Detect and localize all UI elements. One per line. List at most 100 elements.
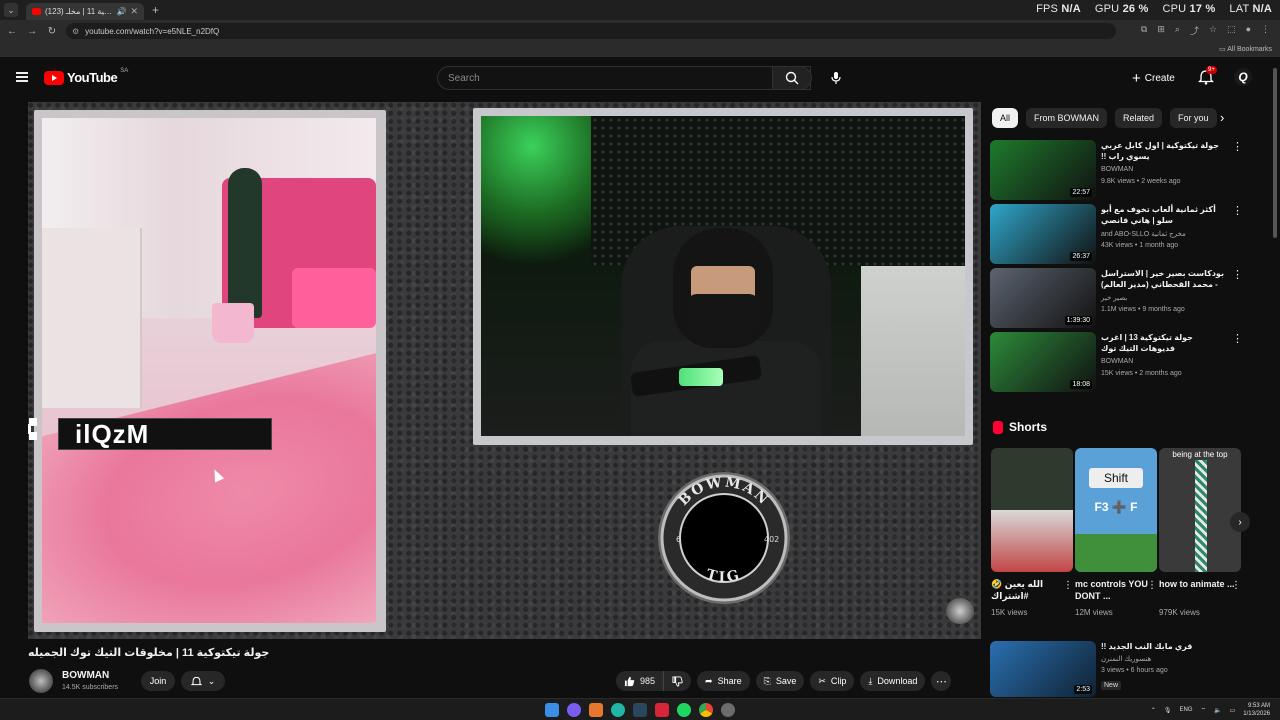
youtube-logo[interactable]: YouTube SA: [44, 68, 128, 85]
all-bookmarks-button[interactable]: ▭ All Bookmarks: [1219, 45, 1272, 53]
forward-arrow-icon[interactable]: →: [24, 26, 40, 37]
short-item[interactable]: Shift F3 ➕ F mc controls YOU DONT ... 12…: [1075, 448, 1157, 617]
mic-tray-icon[interactable]: 🎙: [1164, 707, 1172, 714]
close-tab-icon[interactable]: ✕: [130, 6, 138, 17]
network-icon[interactable]: ⌔: [1201, 706, 1207, 714]
recommendation-channel[interactable]: BOWMAN: [1101, 358, 1133, 365]
recommendation-channel[interactable]: BOWMAN: [1101, 166, 1133, 173]
recommendation-channel[interactable]: هنسوريك النمنرن: [1101, 655, 1151, 663]
app-icon[interactable]: [655, 703, 669, 717]
recommendation-channel[interactable]: and ABO-SLLO مخرج ثمانية: [1101, 230, 1186, 238]
recommendation-item[interactable]: 22:57 جولة تيكتوكية | اول كابل عربي يسوي…: [990, 140, 1250, 200]
tab-search-button[interactable]: ⌄: [4, 3, 18, 17]
search-button[interactable]: [772, 66, 812, 90]
recommendation-title[interactable]: بودكاست بصير خير | الاستراسل - محمد القح…: [1101, 268, 1225, 290]
recommendation-title[interactable]: قري مابك النب الجديد !!: [1101, 641, 1225, 652]
steam-icon[interactable]: [633, 703, 647, 717]
search-input[interactable]: Search: [437, 66, 811, 90]
profile-icon[interactable]: ●: [1246, 24, 1251, 37]
video-thumbnail[interactable]: 2:53: [990, 641, 1096, 697]
short-thumbnail[interactable]: being at the top: [1159, 448, 1241, 572]
recommendation-title[interactable]: جولة تيكتوكية 13 | اغرب فديوهات التيك تو…: [1101, 332, 1225, 354]
channel-name[interactable]: BOWMAN: [62, 670, 109, 681]
tray-overflow-icon[interactable]: ⌃: [1151, 707, 1156, 714]
short-overlay-text: Shift: [1089, 468, 1143, 488]
video-thumbnail[interactable]: 26:37: [990, 204, 1096, 264]
chip-all[interactable]: All: [992, 108, 1019, 128]
back-arrow-icon[interactable]: ←: [4, 26, 20, 37]
browser-menu-icon[interactable]: ⋮: [1261, 24, 1270, 37]
more-options-icon[interactable]: ⋮: [1063, 580, 1073, 591]
translate-icon[interactable]: ⊞: [1157, 24, 1165, 37]
download-button[interactable]: ⤓ Download: [860, 671, 926, 691]
zoom-icon[interactable]: ⌕: [1175, 24, 1180, 37]
notifications-button[interactable]: 9+: [1197, 66, 1217, 87]
settings-gear-icon[interactable]: [721, 703, 735, 717]
page-scrollbar[interactable]: [1272, 60, 1278, 700]
recommendation-item[interactable]: 26:37 أكثر ثمانية ألعاب تخوف مع أبو سلو …: [990, 204, 1250, 264]
share-button[interactable]: ➦ Share: [697, 671, 750, 691]
url-field[interactable]: ⚙ youtube.com/watch?v=e5NLE_n2DfQ: [66, 23, 1116, 39]
more-options-icon[interactable]: ⋮: [1232, 140, 1243, 153]
browser-tab-active[interactable]: (123) جولة تيكتوكية 11 | مخلـ... 🔊 ✕: [26, 3, 144, 20]
volume-icon[interactable]: 🔈: [1214, 707, 1221, 714]
reload-icon[interactable]: ↻: [44, 26, 60, 37]
video-thumbnail[interactable]: 22:57: [990, 140, 1096, 200]
bookmark-star-icon[interactable]: ☆: [1209, 24, 1217, 37]
edge-icon[interactable]: [611, 703, 625, 717]
short-thumbnail[interactable]: [991, 448, 1073, 572]
recommendation-item[interactable]: 1:39:30 بودكاست بصير خير | الاستراسل - م…: [990, 268, 1250, 328]
recommendation-title[interactable]: أكثر ثمانية ألعاب تخوف مع أبو سلو | هاني…: [1101, 204, 1225, 226]
short-item[interactable]: being at the top how to animate ... 979K…: [1159, 448, 1241, 617]
vlc-icon[interactable]: [589, 703, 603, 717]
more-actions-button[interactable]: ⋯: [931, 671, 952, 691]
chip-for-you[interactable]: For you: [1170, 108, 1217, 128]
more-options-icon[interactable]: ⋮: [1147, 580, 1157, 591]
clock[interactable]: 9:53 AM 1/13/2026: [1243, 702, 1270, 718]
subscribed-bell-button[interactable]: ⌄: [181, 671, 225, 691]
install-icon[interactable]: ⧉: [1141, 24, 1147, 37]
recommendation-item[interactable]: 2:53 قري مابك النب الجديد !! هنسوريك الن…: [990, 641, 1250, 697]
recommendation-title[interactable]: جولة تيكتوكية | اول كابل عربي يسوي راب !…: [1101, 140, 1225, 162]
recommendation-channel[interactable]: بصير خير: [1101, 294, 1127, 302]
more-options-icon[interactable]: ⋮: [1231, 580, 1241, 591]
video-thumbnail[interactable]: 18:08: [990, 332, 1096, 392]
dislike-button[interactable]: [664, 671, 691, 691]
more-options-icon[interactable]: ⋮: [1232, 332, 1243, 345]
short-thumbnail[interactable]: Shift F3 ➕ F: [1075, 448, 1157, 572]
short-title[interactable]: mc controls YOU DONT ...: [1075, 578, 1157, 604]
discord-icon[interactable]: [567, 703, 581, 717]
battery-icon[interactable]: ▭: [1230, 707, 1236, 714]
save-button[interactable]: ⎘ Save: [755, 671, 805, 691]
language-indicator[interactable]: ENG: [1179, 707, 1192, 713]
short-item[interactable]: الله يعين 🤣 #اشتراك 15K views ⋮: [991, 448, 1073, 617]
join-button[interactable]: Join: [141, 671, 175, 691]
chip-from-channel[interactable]: From BOWMAN: [1026, 108, 1108, 128]
short-title[interactable]: الله يعين 🤣 #اشتراك: [991, 578, 1073, 604]
extensions-icon[interactable]: ⬚: [1227, 24, 1236, 37]
account-avatar[interactable]: Q: [1234, 68, 1252, 86]
recommendation-item[interactable]: 18:08 جولة تيكتوكية 13 | اغرب فديوهات ال…: [990, 332, 1250, 392]
share-page-icon[interactable]: ⤴: [1190, 24, 1199, 37]
chip-related[interactable]: Related: [1115, 108, 1163, 128]
chips-next-arrow-icon[interactable]: ›: [1220, 110, 1224, 125]
voice-search-button[interactable]: [824, 66, 848, 90]
video-thumbnail[interactable]: 1:39:30: [990, 268, 1096, 328]
clip-button[interactable]: ✂ Clip: [810, 671, 855, 691]
scrollbar-thumb[interactable]: [1273, 68, 1277, 238]
more-options-icon[interactable]: ⋮: [1232, 268, 1243, 281]
chrome-icon[interactable]: [699, 703, 713, 717]
spotify-icon[interactable]: [677, 703, 691, 717]
speaker-icon[interactable]: 🔊: [116, 7, 126, 16]
shorts-next-button[interactable]: ›: [1230, 512, 1250, 532]
site-info-icon[interactable]: ⚙: [72, 27, 79, 36]
new-tab-button[interactable]: +: [152, 3, 159, 17]
channel-avatar[interactable]: [29, 669, 53, 693]
more-options-icon[interactable]: ⋮: [1232, 204, 1243, 217]
create-button[interactable]: + Create: [1132, 68, 1175, 88]
windows-start-icon[interactable]: [545, 703, 559, 717]
menu-hamburger-icon[interactable]: [16, 72, 28, 82]
short-title[interactable]: how to animate ...: [1159, 578, 1241, 604]
video-player[interactable]: ilQzM BOWMAN TIG 402 6: [28, 102, 981, 639]
like-button[interactable]: 985: [616, 671, 665, 691]
